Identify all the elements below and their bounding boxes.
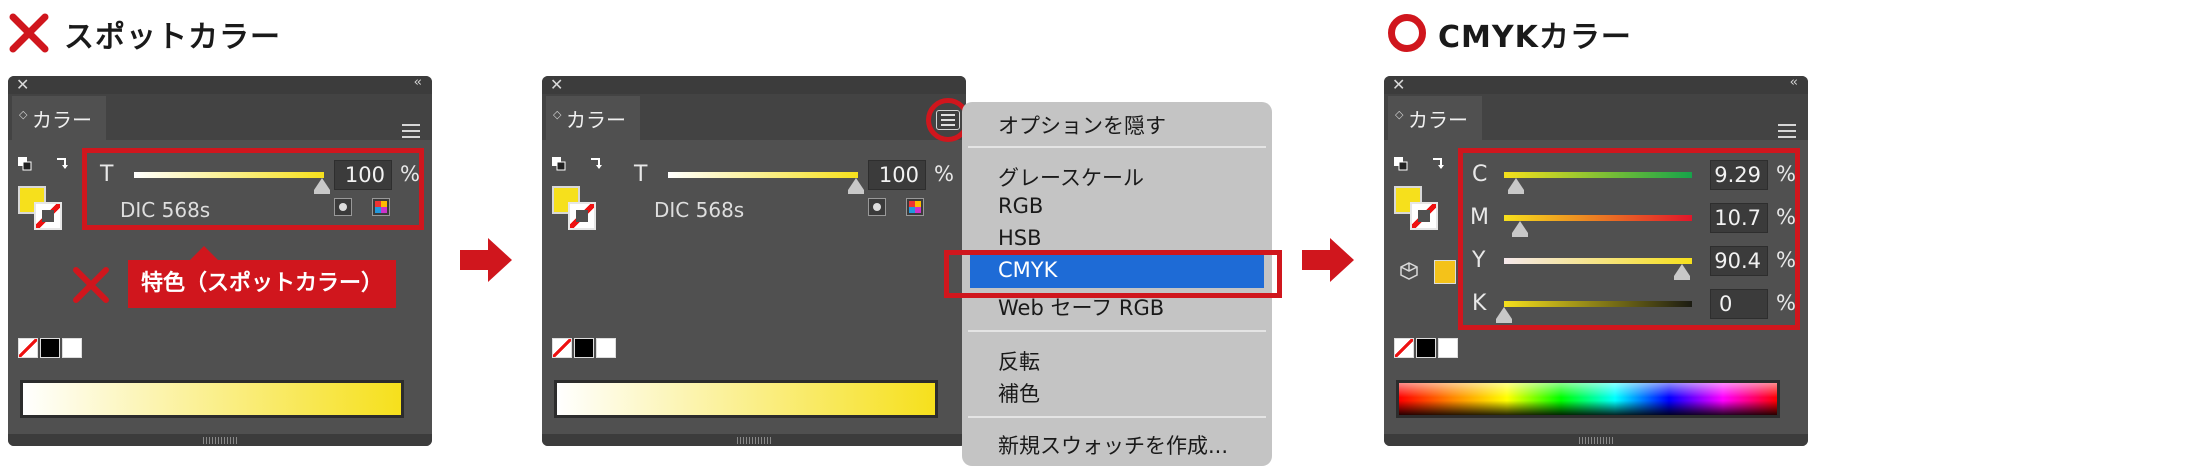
- collapse-icon[interactable]: ‹‹: [414, 76, 423, 90]
- close-icon[interactable]: ✕: [550, 76, 563, 94]
- quick-swatches: [1394, 338, 1464, 360]
- heading-spot-color: スポットカラー: [64, 20, 281, 55]
- process-color-icon[interactable]: [906, 198, 924, 216]
- quick-swatches: [552, 338, 622, 360]
- tab-color[interactable]: ◇ カラー: [546, 96, 640, 140]
- collapse-icon[interactable]: ‹‹: [1790, 76, 1799, 90]
- gamut-color-swatch[interactable]: [1434, 260, 1456, 284]
- swap-colors-icon[interactable]: [588, 156, 602, 170]
- resize-grip[interactable]: [1579, 437, 1613, 444]
- panel-tab-row: ◇ カラー: [1384, 94, 1808, 140]
- white-swatch[interactable]: [596, 338, 616, 358]
- panel-title-bar: ✕ ‹‹: [8, 76, 432, 94]
- tint-label: T: [634, 162, 648, 187]
- color-spectrum[interactable]: [1396, 380, 1780, 418]
- callout-tail: [190, 246, 218, 260]
- heading-cmyk-color: CMYKカラー: [1438, 20, 1632, 55]
- none-swatch[interactable]: [18, 338, 38, 358]
- panel-tab-row: ◇ カラー: [542, 94, 966, 140]
- none-swatch[interactable]: [552, 338, 572, 358]
- menu-item-new-swatch[interactable]: 新規スウォッチを作成...: [998, 430, 1228, 460]
- menu-separator: [968, 146, 1266, 148]
- tab-toggle-icon: ◇: [553, 108, 562, 121]
- tint-slider-thumb[interactable]: [848, 178, 864, 194]
- tab-color-label: カラー: [1408, 108, 1468, 132]
- tab-color[interactable]: ◇ カラー: [1388, 96, 1482, 140]
- menu-item-hsb[interactable]: HSB: [998, 226, 1042, 250]
- highlight-tint-area: [82, 148, 424, 230]
- black-swatch[interactable]: [40, 338, 60, 358]
- quick-swatches: [18, 338, 88, 360]
- spot-color-icon[interactable]: [868, 198, 886, 216]
- menu-separator: [968, 330, 1266, 332]
- tint-value-field[interactable]: 100: [868, 160, 926, 190]
- stroke-swatch[interactable]: [568, 202, 596, 230]
- arrow-right-icon: [460, 238, 512, 282]
- white-swatch[interactable]: [1438, 338, 1458, 358]
- panel-title-bar: ✕: [542, 76, 966, 94]
- resize-grip[interactable]: [737, 437, 771, 444]
- circle-mark-icon: [1388, 14, 1426, 52]
- stroke-swatch[interactable]: [1410, 202, 1438, 230]
- menu-separator: [968, 416, 1266, 418]
- tint-ramp[interactable]: [554, 380, 938, 418]
- menu-item-rgb[interactable]: RGB: [998, 194, 1043, 218]
- arrow-right-icon: [1302, 238, 1354, 282]
- none-swatch[interactable]: [1394, 338, 1414, 358]
- tab-color-label: カラー: [32, 108, 92, 132]
- highlight-cmyk-item: [944, 250, 1282, 298]
- close-icon[interactable]: ✕: [16, 76, 29, 94]
- x-mark-icon-small: [73, 267, 109, 303]
- tint-percent-sign: %: [934, 162, 954, 186]
- color-panel-menu: ✕ ◇ カラー T 100 % DIC 568s: [542, 76, 966, 446]
- swatch-name: DIC 568s: [654, 198, 745, 222]
- default-colors-icon[interactable]: [18, 156, 32, 171]
- tab-color-label: カラー: [566, 108, 626, 132]
- swap-colors-icon[interactable]: [54, 156, 68, 170]
- out-of-gamut-cube-icon[interactable]: [1400, 262, 1418, 280]
- panel-menu-icon[interactable]: [1778, 124, 1796, 138]
- menu-item-complement[interactable]: 補色: [998, 378, 1040, 408]
- black-swatch[interactable]: [574, 338, 594, 358]
- black-swatch[interactable]: [1416, 338, 1436, 358]
- x-mark-icon: [9, 13, 49, 53]
- panel-menu-icon[interactable]: [402, 124, 420, 138]
- panel-bottom-bar: [8, 434, 432, 446]
- panel-bottom-bar: [1384, 434, 1808, 446]
- close-icon[interactable]: ✕: [1392, 76, 1405, 94]
- tab-toggle-icon: ◇: [19, 108, 28, 121]
- default-colors-icon[interactable]: [1394, 156, 1408, 171]
- spot-color-callout: 特色（スポットカラー）: [128, 260, 396, 308]
- tab-color[interactable]: ◇ カラー: [12, 96, 106, 140]
- stroke-swatch[interactable]: [34, 202, 62, 230]
- resize-grip[interactable]: [203, 437, 237, 444]
- menu-item-hide-options[interactable]: オプションを隠す: [998, 110, 1166, 140]
- tint-ramp[interactable]: [20, 380, 404, 418]
- white-swatch[interactable]: [62, 338, 82, 358]
- panel-title-bar: ✕ ‹‹: [1384, 76, 1808, 94]
- tint-slider-track[interactable]: [668, 172, 858, 178]
- highlight-cmyk-sliders: [1458, 148, 1800, 330]
- panel-tab-row: ◇ カラー: [8, 94, 432, 140]
- menu-item-invert[interactable]: 反転: [998, 346, 1040, 376]
- panel-bottom-bar: [542, 434, 966, 446]
- swap-colors-icon[interactable]: [1430, 156, 1444, 170]
- default-colors-icon[interactable]: [552, 156, 566, 171]
- menu-item-grayscale[interactable]: グレースケール: [998, 162, 1144, 192]
- tab-toggle-icon: ◇: [1395, 108, 1404, 121]
